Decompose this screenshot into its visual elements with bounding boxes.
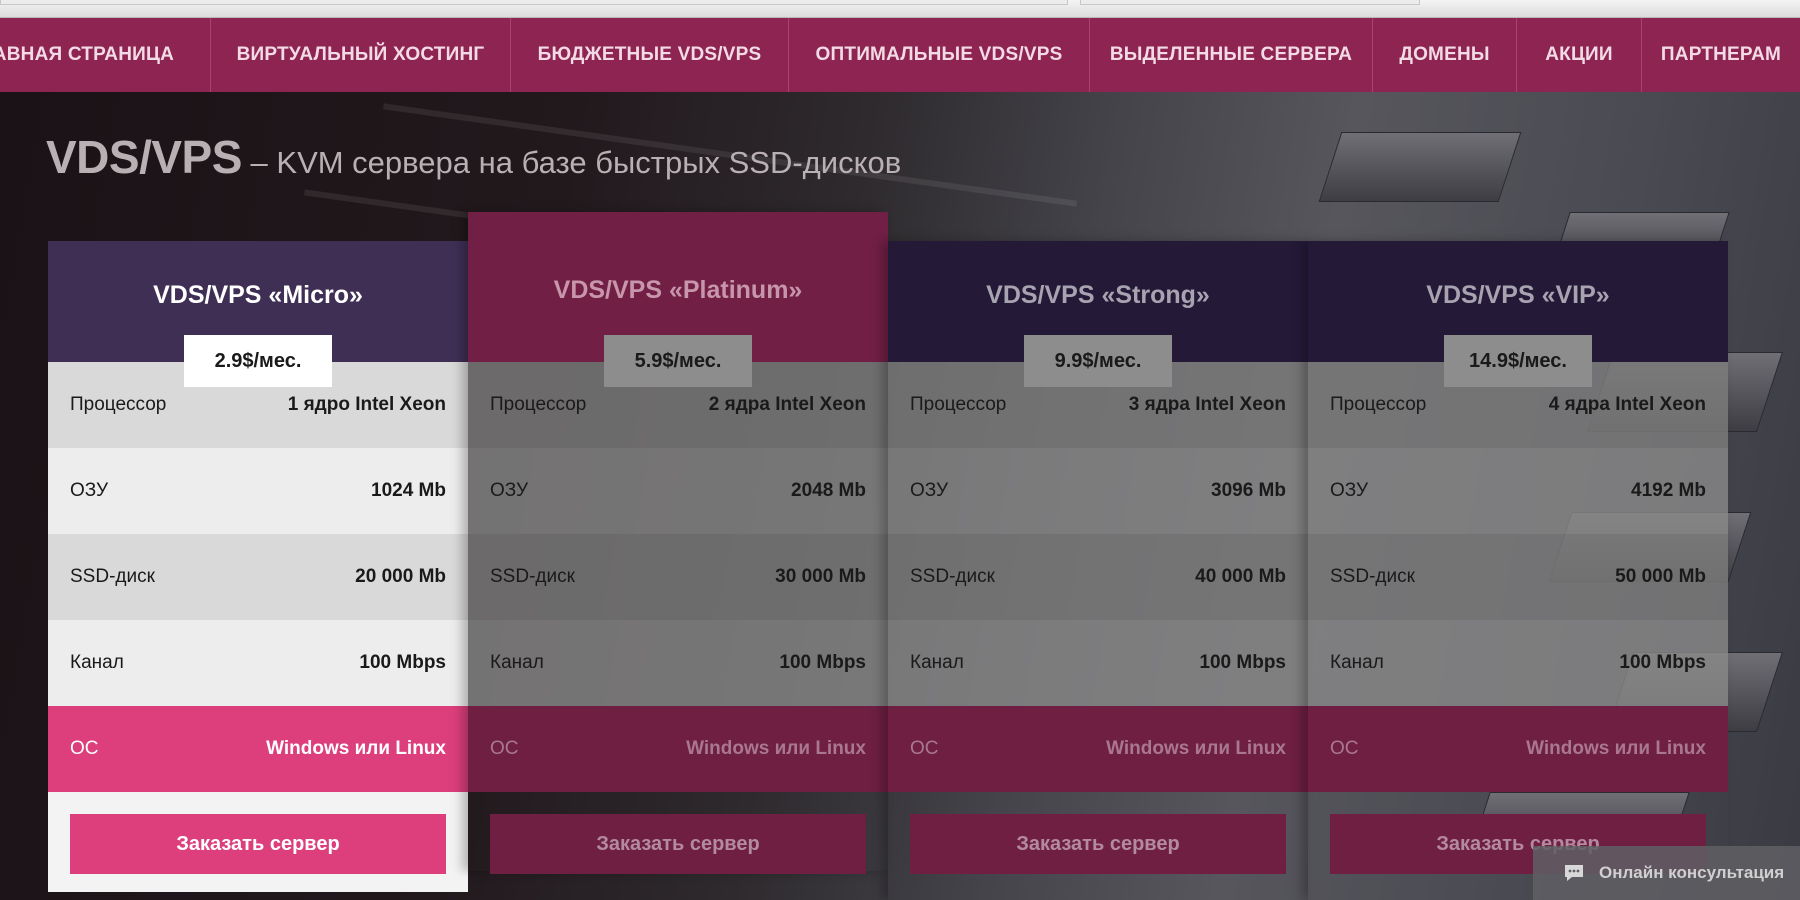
nav-item-dedicated-servers[interactable]: Выделенные сервера [1090, 18, 1373, 92]
plan-price-badge: 9.9$/мес. [1024, 335, 1172, 387]
spec-label: Процессор [490, 394, 587, 415]
spec-row-ssd: SSD-диск 30 000 Mb [468, 534, 888, 620]
spec-value: 4192 Mb [1631, 480, 1706, 501]
spec-label: ОЗУ [1330, 480, 1369, 501]
plan-card-header: VDS/VPS «Platinum» 5.9$/мес. [468, 212, 888, 387]
spec-row-os: ОС Windows или Linux [48, 706, 468, 792]
nav-item-optimal-vds[interactable]: Оптимальные VDS/VPS [789, 18, 1090, 92]
spec-label: Процессор [910, 394, 1007, 415]
plan-card-platinum: VDS/VPS «Platinum» 5.9$/мес. Процессор 2 … [468, 212, 888, 874]
address-bar-edge [0, 0, 1068, 5]
spec-row-os: ОС Windows или Linux [1308, 706, 1728, 792]
nav-item-domains[interactable]: Домены [1373, 18, 1517, 92]
chat-bubble-icon [1565, 865, 1583, 881]
spec-row-ram: ОЗУ 3096 Mb [888, 448, 1308, 534]
main-navigation: Главная страница Виртуальный хостинг Бюд… [0, 18, 1800, 92]
nav-item-virtual-hosting[interactable]: Виртуальный хостинг [211, 18, 511, 92]
spec-row-channel: Канал 100 Mbps [48, 620, 468, 706]
spec-value: 4 ядра Intel Xeon [1548, 394, 1706, 415]
spec-label: Процессор [1330, 394, 1427, 415]
spec-row-ssd: SSD-диск 50 000 Mb [1308, 534, 1728, 620]
spec-label: ОС [910, 738, 939, 759]
spec-row-os: ОС Windows или Linux [888, 706, 1308, 792]
plan-card-micro: VDS/VPS «Micro» 2.9$/мес. Процессор 1 ядр… [48, 241, 468, 900]
spec-row-ram: ОЗУ 1024 Mb [48, 448, 468, 534]
spec-value: 30 000 Mb [775, 566, 866, 587]
nav-item-home[interactable]: Главная страница [0, 18, 211, 92]
spec-row-channel: Канал 100 Mbps [888, 620, 1308, 706]
spec-value: Windows или Linux [1526, 738, 1706, 759]
order-server-button[interactable]: Заказать сервер [490, 814, 866, 874]
browser-toolbar-strip [0, 0, 1800, 18]
plan-price-badge: 2.9$/мес. [184, 335, 332, 387]
spec-value: 2048 Mb [791, 480, 866, 501]
spec-value: 100 Mbps [1199, 652, 1286, 673]
page-title-main: VDS/VPS [46, 131, 242, 183]
spec-row-ssd: SSD-диск 20 000 Mb [48, 534, 468, 620]
nav-item-partners[interactable]: Партнерам [1642, 18, 1800, 92]
chat-label: Онлайн консультация [1599, 863, 1785, 882]
spec-value: 2 ядра Intel Xeon [708, 394, 866, 415]
spec-value: 1 ядро Intel Xeon [287, 394, 446, 415]
page-title: VDS/VPS – KVM сервера на базе быстрых SS… [46, 130, 901, 184]
search-bar-edge [1080, 0, 1420, 5]
spec-label: SSD-диск [1330, 566, 1415, 587]
online-consultation-button[interactable]: Онлайн консультация [1533, 846, 1800, 900]
spec-value: 100 Mbps [359, 652, 446, 673]
spec-label: SSD-диск [70, 566, 155, 587]
spec-value: Windows или Linux [686, 738, 866, 759]
spec-row-ssd: SSD-диск 40 000 Mb [888, 534, 1308, 620]
spec-label: ОС [490, 738, 519, 759]
spec-label: Канал [490, 652, 544, 673]
order-server-button[interactable]: Заказать сервер [70, 814, 446, 874]
spec-label: Канал [1330, 652, 1384, 673]
spec-label: SSD-диск [490, 566, 575, 587]
spec-label: SSD-диск [910, 566, 995, 587]
plan-card-strong: VDS/VPS «Strong» 9.9$/мес. Процессор 3 яд… [888, 241, 1308, 900]
spec-value: 40 000 Mb [1195, 566, 1286, 587]
spec-value: 3096 Mb [1211, 480, 1286, 501]
spec-value: 100 Mbps [1619, 652, 1706, 673]
order-button-area: Заказать сервер [48, 792, 468, 892]
plan-card-header: VDS/VPS «Micro» 2.9$/мес. [48, 241, 468, 387]
spec-value: Windows или Linux [266, 738, 446, 759]
plan-card-vip: VDS/VPS «VIP» 14.9$/мес. Процессор 4 ядра… [1308, 241, 1728, 900]
order-server-button[interactable]: Заказать сервер [910, 814, 1286, 874]
spec-label: Процессор [70, 394, 167, 415]
order-button-area: Заказать сервер [888, 792, 1308, 892]
nav-item-promotions[interactable]: Акции [1517, 18, 1642, 92]
spec-row-ram: ОЗУ 2048 Mb [468, 448, 888, 534]
spec-label: ОЗУ [910, 480, 949, 501]
spec-value: 20 000 Mb [355, 566, 446, 587]
spec-value: 3 ядра Intel Xeon [1128, 394, 1286, 415]
spec-label: ОС [70, 738, 99, 759]
plan-card-header: VDS/VPS «Strong» 9.9$/мес. [888, 241, 1308, 387]
spec-label: ОЗУ [490, 480, 529, 501]
spec-value: 1024 Mb [371, 480, 446, 501]
spec-label: Канал [70, 652, 124, 673]
plan-price-badge: 14.9$/мес. [1444, 335, 1592, 387]
plan-card-header: VDS/VPS «VIP» 14.9$/мес. [1308, 241, 1728, 387]
spec-row-channel: Канал 100 Mbps [1308, 620, 1728, 706]
spec-row-os: ОС Windows или Linux [468, 706, 888, 792]
spec-row-channel: Канал 100 Mbps [468, 620, 888, 706]
spec-row-ram: ОЗУ 4192 Mb [1308, 448, 1728, 534]
spec-label: ОЗУ [70, 480, 109, 501]
page-title-subtitle: – KVM сервера на базе быстрых SSD-дисков [241, 145, 902, 180]
spec-value: 50 000 Mb [1615, 566, 1706, 587]
spec-label: Канал [910, 652, 964, 673]
plan-price-badge: 5.9$/мес. [604, 335, 752, 387]
order-button-area: Заказать сервер [468, 792, 888, 892]
nav-item-budget-vds[interactable]: Бюджетные VDS/VPS [511, 18, 789, 92]
spec-value: Windows или Linux [1106, 738, 1286, 759]
bg-decor [1318, 132, 1522, 202]
spec-label: ОС [1330, 738, 1359, 759]
spec-value: 100 Mbps [779, 652, 866, 673]
